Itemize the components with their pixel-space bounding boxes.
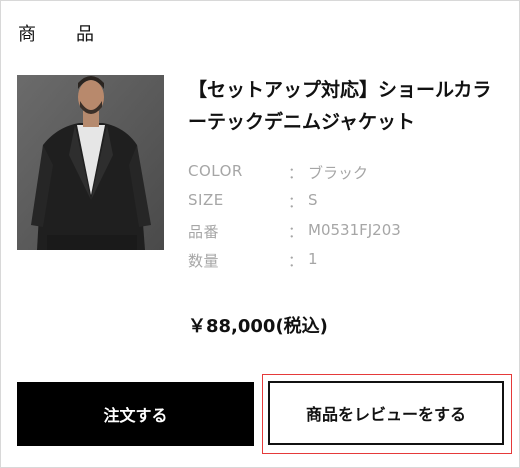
spec-label: COLOR	[188, 162, 243, 180]
spec-row-quantity: 数量 ： 1	[188, 250, 318, 271]
section-title-char-2: 品	[76, 24, 95, 45]
spec-value: 1	[308, 250, 318, 268]
product-name[interactable]: 【セットアップ対応】ショールカラーテックデニムジャケット	[188, 74, 498, 138]
spec-value: M0531FJ203	[308, 221, 401, 239]
section-title: 商 品	[18, 20, 95, 46]
product-price: ￥88,000(税込)	[188, 316, 328, 337]
spec-colon: ：	[288, 164, 304, 182]
spec-colon: ：	[288, 223, 304, 241]
product-photo-illustration	[17, 75, 164, 250]
spec-row-color: COLOR ： ブラック	[188, 162, 368, 183]
spec-value: S	[308, 191, 318, 209]
section-title-char-1: 商	[18, 24, 37, 45]
spec-value: ブラック	[308, 164, 369, 182]
spec-label: SIZE	[188, 191, 224, 209]
spec-label: 数量	[188, 252, 220, 270]
product-image[interactable]	[17, 75, 164, 250]
order-button[interactable]: 注文する	[17, 382, 254, 446]
spec-row-size: SIZE ： S	[188, 191, 318, 212]
review-button[interactable]: 商品をレビューをする	[268, 381, 504, 445]
spec-label: 品番	[188, 223, 220, 241]
spec-colon: ：	[288, 193, 304, 211]
spec-row-item-number: 品番 ： M0531FJ203	[188, 221, 401, 242]
spec-colon: ：	[288, 252, 304, 270]
